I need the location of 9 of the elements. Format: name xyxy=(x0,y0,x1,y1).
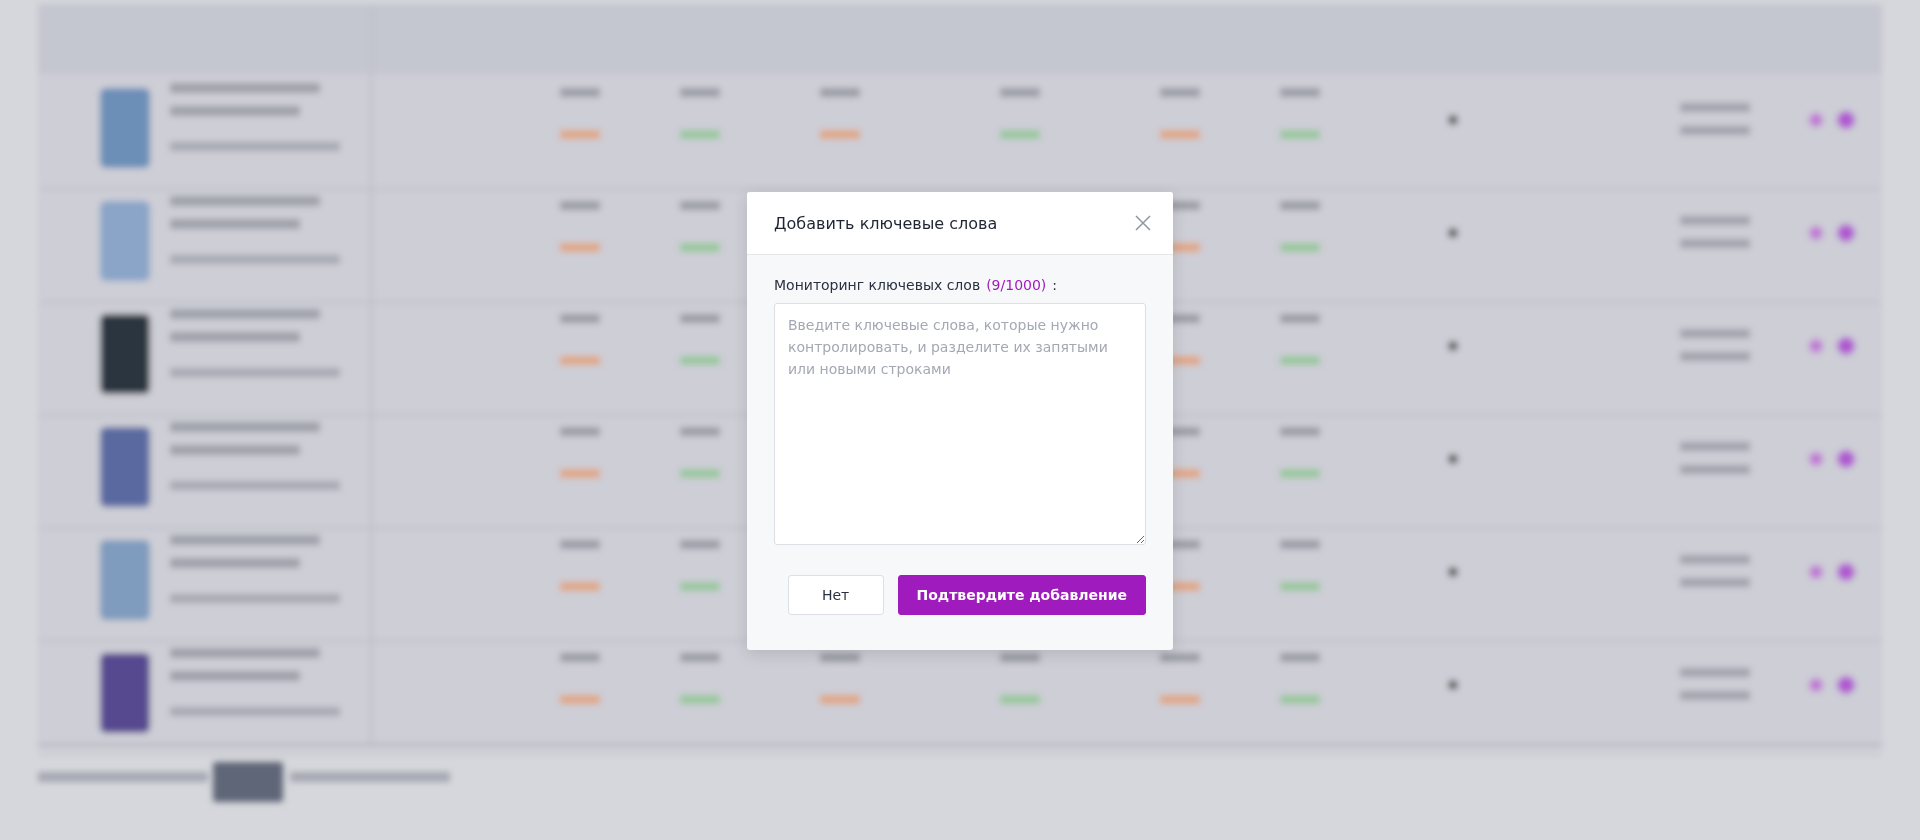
field-label: Мониторинг ключевых слов xyxy=(774,277,981,293)
keywords-field[interactable]: Введите ключевые слова, которые нужно контролировать, и разделите их запятыми или новыми строками xyxy=(774,303,1146,545)
confirm-button[interactable]: Подтвердите добавление xyxy=(897,575,1146,615)
cancel-button[interactable]: Нет xyxy=(787,575,884,615)
keyword-counter: (9/1000) xyxy=(986,277,1047,293)
close-icon xyxy=(1133,213,1153,233)
dialog-title: Добавить ключевые слова xyxy=(774,213,998,233)
label-colon: : xyxy=(1052,277,1058,293)
close-button[interactable] xyxy=(1133,213,1153,233)
